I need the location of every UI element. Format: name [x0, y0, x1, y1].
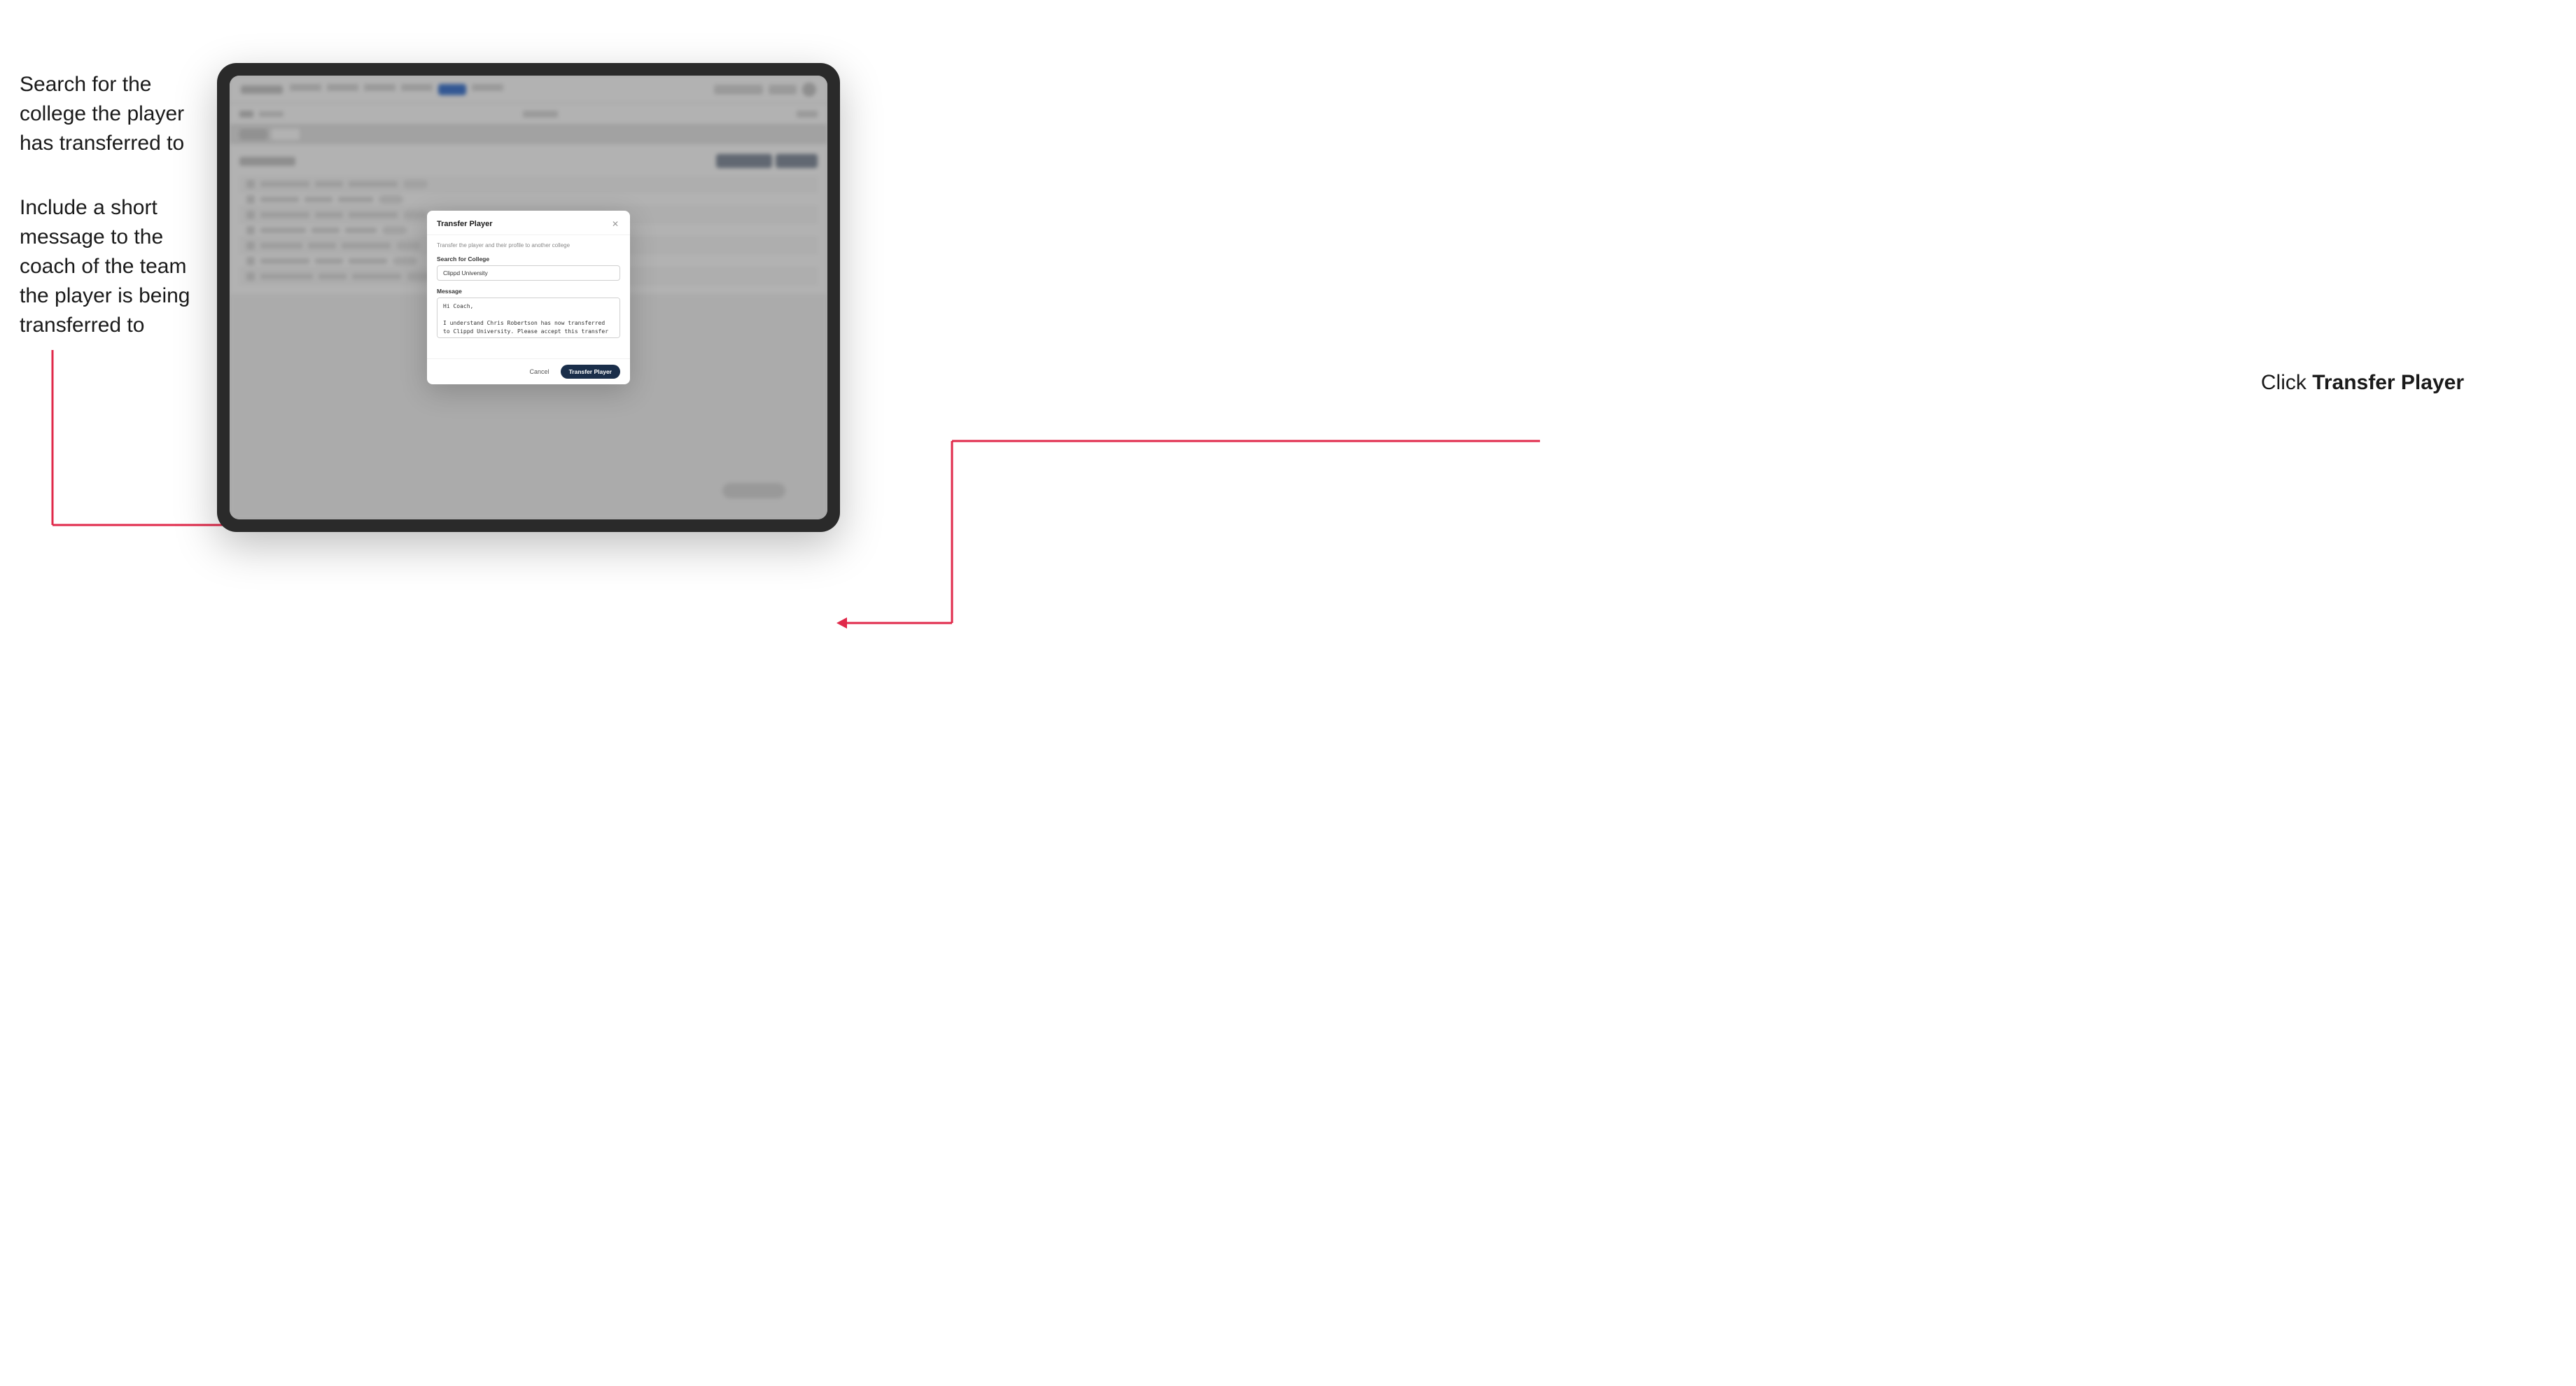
modal-description: Transfer the player and their profile to…	[437, 242, 620, 248]
message-label: Message	[437, 288, 620, 295]
message-textarea[interactable]	[437, 298, 620, 338]
transfer-player-modal: Transfer Player ✕ Transfer the player an…	[427, 211, 630, 384]
ipad-device: Transfer Player ✕ Transfer the player an…	[217, 63, 840, 532]
cancel-button[interactable]: Cancel	[524, 365, 555, 378]
modal-overlay: Transfer Player ✕ Transfer the player an…	[230, 76, 827, 519]
annotation-search-text: Search for the college the player has tr…	[20, 70, 209, 158]
close-button[interactable]: ✕	[610, 219, 620, 229]
search-college-label: Search for College	[437, 255, 620, 262]
annotation-message-text: Include a short message to the coach of …	[20, 193, 209, 340]
modal-title: Transfer Player	[437, 220, 493, 228]
modal-body: Transfer the player and their profile to…	[427, 235, 630, 358]
message-group: Message	[437, 288, 620, 342]
annotation-right: Click Transfer Player	[2261, 371, 2464, 395]
search-college-input[interactable]	[437, 265, 620, 281]
search-college-group: Search for College	[437, 255, 620, 281]
annotation-transfer-bold: Transfer Player	[2312, 371, 2464, 394]
ipad-screen: Transfer Player ✕ Transfer the player an…	[230, 76, 827, 519]
modal-header: Transfer Player ✕	[427, 211, 630, 235]
modal-footer: Cancel Transfer Player	[427, 358, 630, 384]
transfer-player-button[interactable]: Transfer Player	[561, 365, 620, 379]
annotation-click-text: Click	[2261, 371, 2312, 394]
annotation-left: Search for the college the player has tr…	[20, 70, 209, 340]
